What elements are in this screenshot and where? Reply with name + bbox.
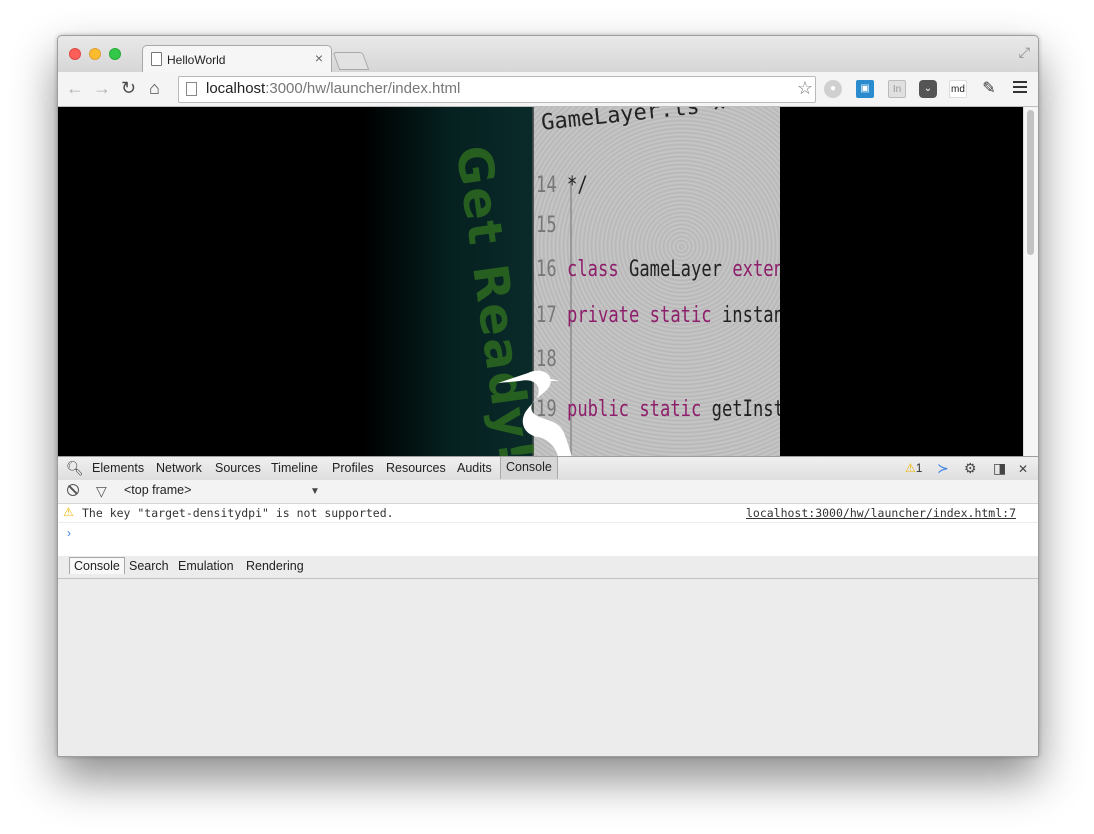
chevron-down-icon[interactable]: ▼	[310, 486, 320, 497]
window-maximize-button[interactable]	[109, 48, 121, 60]
tab-elements[interactable]: Elements	[92, 461, 144, 475]
warning-icon: ⚠	[63, 505, 74, 519]
close-devtools-icon[interactable]: ✕	[1018, 462, 1028, 476]
scrollbar-thumb[interactable]	[1027, 110, 1034, 255]
game-canvas[interactable]: Get Ready! GameLayer.ts × 14 */ 15 16 cl…	[364, 107, 780, 456]
page-icon	[151, 52, 162, 66]
code-tab-title: GameLayer.ts ×	[540, 107, 728, 136]
code-line: 14 */	[536, 173, 588, 198]
drawer-tab-search[interactable]: Search	[129, 559, 169, 573]
picture-extension-icon[interactable]: ▣	[856, 80, 874, 98]
message-source-link[interactable]: localhost:3000/hw/launcher/index.html:7	[746, 506, 1016, 520]
code-line: 15	[536, 213, 557, 238]
tab-audits[interactable]: Audits	[457, 461, 492, 475]
code-line: 17 private static instanc	[536, 303, 780, 328]
tab-title: HelloWorld	[167, 53, 226, 67]
devtools-tab-bar: 🔍︎ Elements Network Sources Timeline Pro…	[58, 456, 1038, 481]
in-extension-icon[interactable]: In	[888, 80, 906, 98]
globe-extension-icon[interactable]: ●	[824, 80, 842, 98]
tab-timeline[interactable]: Timeline	[271, 461, 318, 475]
code-line: 16 class GameLayer extends ns	[536, 257, 780, 282]
clear-console-icon[interactable]	[67, 484, 79, 496]
tab-sources[interactable]: Sources	[215, 461, 261, 475]
url-text[interactable]: localhost:3000/hw/launcher/index.html	[206, 80, 460, 97]
dock-side-icon[interactable]: ◨	[993, 460, 1006, 477]
heron-logo	[498, 370, 572, 456]
url-path: :3000/hw/launcher/index.html	[265, 80, 461, 97]
warning-count-badge[interactable]: ⚠1	[905, 461, 922, 475]
menu-icon[interactable]	[1013, 81, 1027, 96]
vertical-scrollbar[interactable]	[1023, 107, 1038, 456]
browser-tab[interactable]: HelloWorld ×	[142, 45, 332, 74]
bookmark-star-icon[interactable]: ☆	[797, 78, 813, 99]
drawer-tab-console[interactable]: Console	[69, 557, 125, 574]
reload-button[interactable]: ↻	[121, 78, 136, 98]
warning-message: The key "target-densitydpi" is not suppo…	[82, 506, 394, 520]
tab-close-icon[interactable]: ×	[315, 50, 323, 66]
console-messages: ⚠ The key "target-densitydpi" is not sup…	[58, 504, 1038, 557]
window-minimize-button[interactable]	[89, 48, 101, 60]
page-icon	[186, 82, 197, 96]
warning-icon: ⚠	[905, 461, 916, 475]
tool-extension-icon[interactable]: ✎	[980, 80, 998, 98]
tab-profiles[interactable]: Profiles	[332, 461, 374, 475]
fullscreen-icon[interactable]: ⤢	[1019, 44, 1030, 61]
search-icon[interactable]: 🔍︎	[66, 460, 84, 477]
tab-console[interactable]: Console	[500, 457, 558, 479]
drawer-tab-emulation[interactable]: Emulation	[178, 559, 234, 573]
browser-toolbar: ← → ↻ ⌂ localhost:3000/hw/launcher/index…	[58, 72, 1038, 107]
console-toolbar: ▽ <top frame> ▼	[58, 480, 1038, 504]
drawer-console-area[interactable]	[58, 579, 1038, 756]
url-host: localhost	[206, 80, 266, 97]
address-bar[interactable]: localhost:3000/hw/launcher/index.html ☆	[178, 76, 816, 103]
title-bar: HelloWorld × ⤢	[58, 36, 1038, 74]
tab-resources[interactable]: Resources	[386, 461, 446, 475]
devtools-panel: 🔍︎ Elements Network Sources Timeline Pro…	[58, 456, 1038, 756]
frame-selector[interactable]: <top frame>	[124, 483, 320, 497]
drawer-tab-bar: Console Search Emulation Rendering	[58, 556, 1038, 579]
console-drawer-icon[interactable]: ≻	[937, 460, 949, 477]
browser-window: HelloWorld × ⤢ ← → ↻ ⌂ localhost:3000/hw…	[57, 35, 1039, 757]
new-tab-button[interactable]	[332, 52, 370, 70]
pocket-extension-icon[interactable]: ⌄	[919, 80, 937, 98]
filter-icon[interactable]: ▽	[96, 483, 107, 500]
settings-gear-icon[interactable]: ⚙	[964, 460, 977, 477]
back-button[interactable]: ←	[66, 78, 84, 98]
drawer-tab-rendering[interactable]: Rendering	[246, 559, 304, 573]
md-extension-icon[interactable]: md	[949, 80, 967, 98]
console-prompt[interactable]: ›	[67, 526, 71, 540]
console-warning-row: ⚠ The key "target-densitydpi" is not sup…	[58, 504, 1038, 523]
home-button[interactable]: ⌂	[149, 78, 160, 98]
forward-button[interactable]: →	[93, 78, 111, 98]
tab-network[interactable]: Network	[156, 461, 202, 475]
page-viewport: Get Ready! GameLayer.ts × 14 */ 15 16 cl…	[58, 107, 1038, 456]
window-close-button[interactable]	[69, 48, 81, 60]
